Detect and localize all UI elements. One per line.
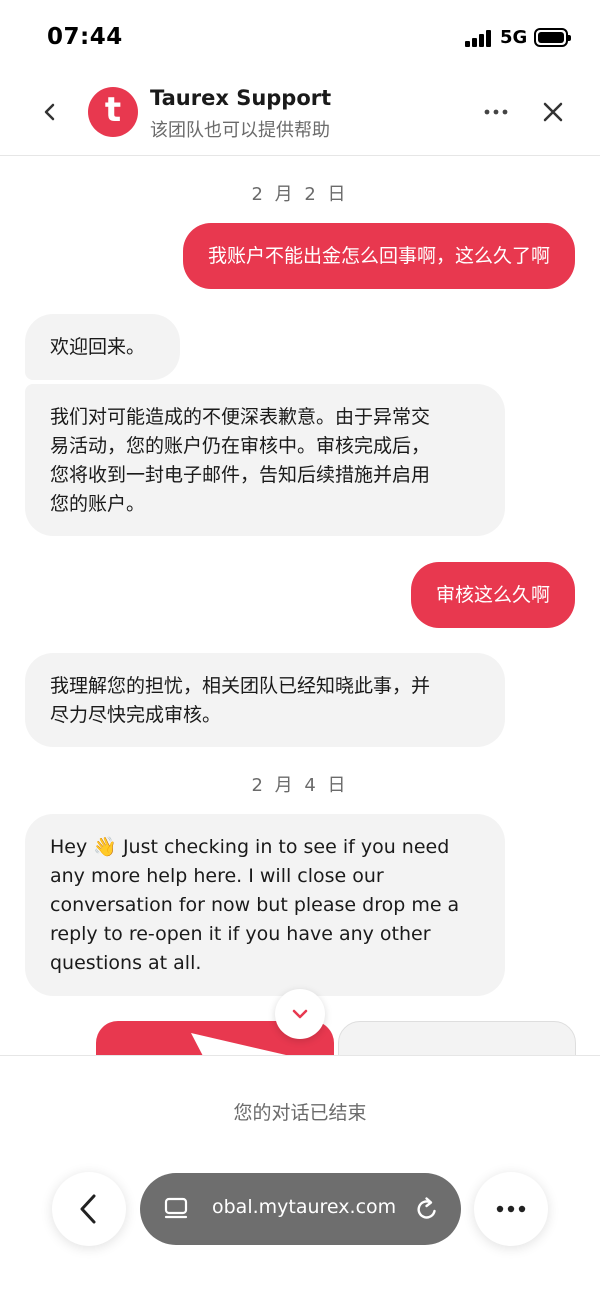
- message-incoming: 我们对可能造成的不便深表歉意。由于异常交 易活动，您的账户仍在审核中。审核完成后…: [25, 384, 505, 536]
- message-text: 我账户不能出金怎么回事啊，这么久了啊: [207, 245, 550, 267]
- close-button[interactable]: [539, 98, 567, 126]
- message-line: 您将收到一封电子邮件，告知后续措施并启用: [50, 464, 431, 486]
- message-line: conversation for now but please drop me …: [50, 894, 460, 916]
- address-bar[interactable]: obal.mytaurex.com: [140, 1173, 461, 1245]
- message-outgoing: 审核这么久啊: [410, 562, 575, 628]
- url-text: obal.mytaurex.com: [212, 1196, 397, 1218]
- message-line: 尽力尽快完成审核。: [50, 704, 222, 726]
- browser-more-button[interactable]: [474, 1172, 548, 1246]
- page-subtitle: 该团队也可以提供帮助: [150, 120, 330, 141]
- signal-icon: [465, 30, 491, 47]
- network-type: 5G: [500, 27, 528, 48]
- message-line: 我理解您的担忧，相关团队已经知晓此事，并: [50, 675, 431, 697]
- tabs-icon[interactable]: [162, 1195, 190, 1223]
- status-time: 07:44: [47, 24, 123, 50]
- chat-messages[interactable]: 2 月 2 日 我账户不能出金怎么回事啊，这么久了啊 欢迎回来。 我们对可能造成…: [0, 157, 600, 1055]
- back-button[interactable]: [36, 98, 64, 126]
- message-line: any more help here. I will close our: [50, 865, 384, 887]
- message-incoming: 欢迎回来。: [25, 314, 180, 380]
- more-options-button[interactable]: [482, 98, 510, 126]
- chevron-left-icon: [80, 1194, 96, 1224]
- battery-icon: [534, 28, 571, 47]
- message-line: 易活动，您的账户仍在审核中。审核完成后，: [50, 435, 431, 457]
- ellipsis-icon: [496, 1205, 526, 1213]
- conversation-ended-text: 您的对话已结束: [233, 1102, 367, 1124]
- date-separator: 2 月 2 日: [251, 184, 349, 205]
- close-icon: [543, 102, 563, 122]
- message-incoming: 我理解您的担忧，相关团队已经知晓此事，并 尽力尽快完成审核。: [25, 653, 505, 747]
- message-line: Hey 👋 Just checking in to see if you nee…: [50, 836, 450, 858]
- page-title: Taurex Support: [150, 86, 332, 110]
- scroll-down-button[interactable]: [275, 989, 325, 1039]
- message-text: 审核这么久啊: [435, 584, 550, 606]
- date-separator: 2 月 4 日: [251, 775, 349, 796]
- message-line: 我们对可能造成的不便深表歉意。由于异常交: [50, 406, 431, 428]
- message-line: 您的账户。: [50, 493, 146, 515]
- message-incoming: Hey 👋 Just checking in to see if you nee…: [25, 814, 505, 996]
- article-card[interactable]: [338, 1021, 576, 1055]
- message-text: 欢迎回来。: [50, 336, 146, 358]
- message-outgoing: 我账户不能出金怎么回事啊，这么久了啊: [182, 223, 575, 289]
- status-bar: 07:44 5G: [0, 0, 600, 76]
- ellipsis-icon: [484, 109, 508, 115]
- browser-back-button[interactable]: [52, 1172, 126, 1246]
- message-line: questions at all.: [50, 952, 202, 974]
- chevron-left-icon: [44, 103, 55, 121]
- avatar: t: [88, 87, 138, 137]
- message-line: reply to re-open it if you have any othe…: [50, 923, 431, 945]
- chat-header: t Taurex Support 该团队也可以提供帮助: [0, 76, 600, 156]
- reload-icon[interactable]: [412, 1194, 442, 1224]
- chevron-down-icon: [292, 1009, 308, 1019]
